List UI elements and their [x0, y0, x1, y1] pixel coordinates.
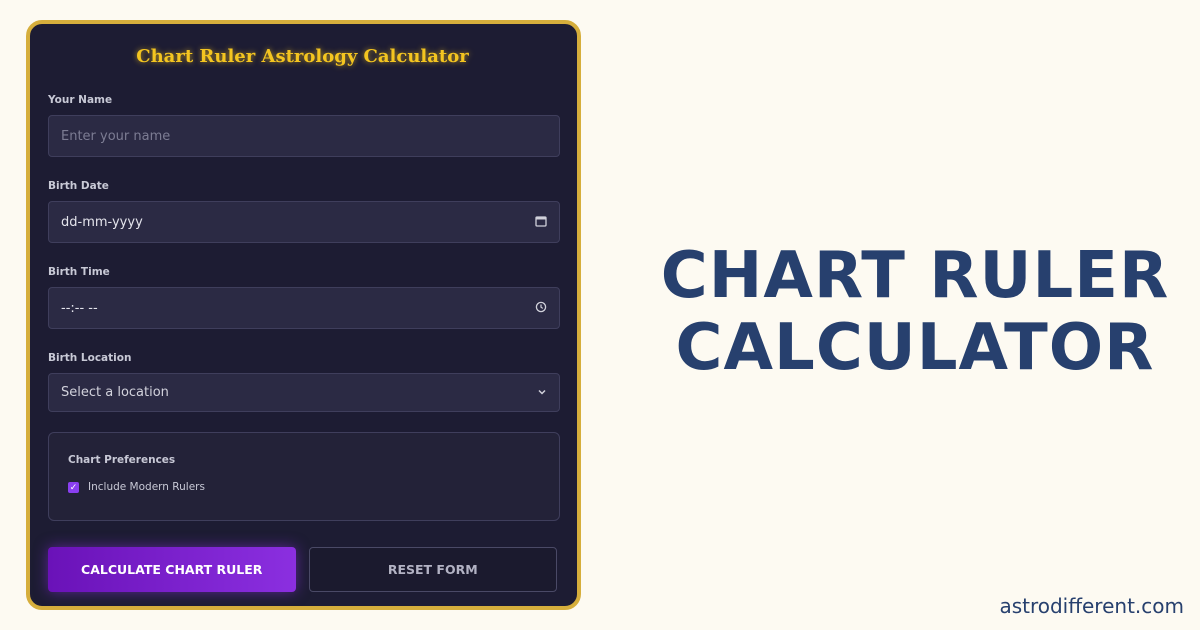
birth-time-value: --:-- -- — [61, 300, 98, 316]
chevron-down-icon — [537, 387, 547, 399]
site-url: astrodifferent.com — [999, 594, 1184, 618]
modern-rulers-label: Include Modern Rulers — [88, 481, 205, 493]
clock-icon[interactable] — [535, 301, 547, 315]
birth-time-input[interactable]: --:-- -- — [48, 287, 560, 329]
modern-rulers-checkbox[interactable]: ✓ — [68, 481, 79, 493]
name-label: Your Name — [48, 94, 113, 106]
form-actions: CALCULATE CHART RULER RESET FORM — [48, 547, 557, 592]
calculator-card: Chart Ruler Astrology Calculator Your Na… — [26, 20, 581, 610]
name-input[interactable] — [61, 128, 547, 144]
birth-time-label: Birth Time — [48, 266, 110, 278]
chart-preferences-panel: Chart Preferences ✓ Include Modern Ruler… — [48, 432, 560, 521]
reset-form-button[interactable]: RESET FORM — [308, 547, 557, 592]
birth-location-select[interactable]: Select a location — [48, 373, 560, 412]
modern-rulers-option[interactable]: ✓ Include Modern Rulers — [68, 481, 540, 493]
chart-preferences-title: Chart Preferences — [68, 454, 176, 466]
hero-line-2: CALCULATOR — [675, 311, 1155, 385]
calendar-icon[interactable] — [535, 215, 547, 229]
hero-heading: CHART RULER CALCULATOR — [615, 240, 1200, 384]
hero-line-1: CHART RULER — [660, 239, 1170, 313]
name-field — [48, 115, 560, 157]
calculator-title: Chart Ruler Astrology Calculator — [136, 46, 469, 67]
birth-date-input[interactable]: dd-mm-yyyy — [48, 201, 560, 243]
birth-date-value: dd-mm-yyyy — [61, 214, 143, 230]
birth-location-label: Birth Location — [48, 352, 132, 364]
birth-location-selected: Select a location — [61, 385, 169, 400]
birth-date-label: Birth Date — [48, 180, 109, 192]
calculate-chart-ruler-button[interactable]: CALCULATE CHART RULER — [48, 547, 296, 592]
